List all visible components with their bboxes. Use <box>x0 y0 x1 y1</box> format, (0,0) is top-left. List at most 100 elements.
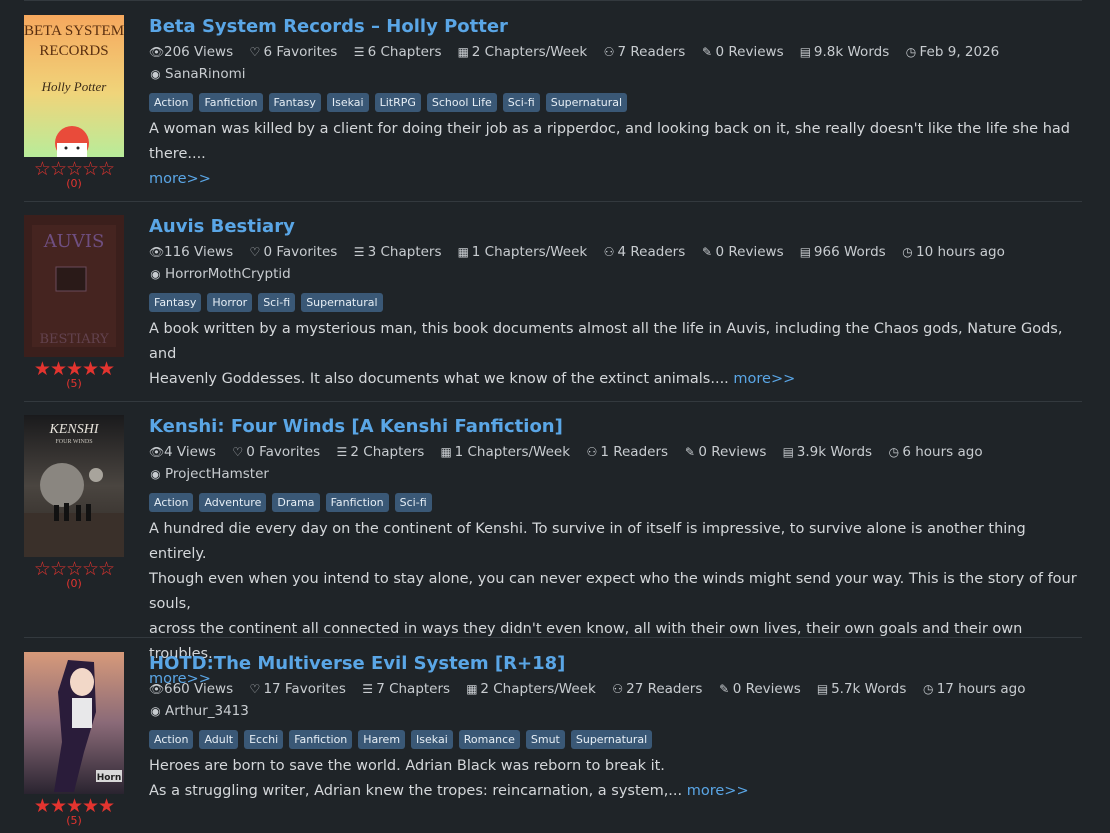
tag[interactable]: Ecchi <box>244 730 284 749</box>
tag-list: Fantasy Horror Sci-fi Supernatural <box>149 291 1084 313</box>
tag[interactable]: Supernatural <box>570 730 653 749</box>
eye-icon: 👁 <box>149 245 165 259</box>
chapters-stat: ☰ 2 Chapters <box>335 441 425 463</box>
tag[interactable]: Smut <box>525 730 565 749</box>
tag[interactable]: Sci-fi <box>258 293 296 312</box>
views-stat: 👁116 Views <box>149 241 233 263</box>
updated-stat: ◷ 10 hours ago <box>901 241 1005 263</box>
rating-stars: ★★★★★ <box>33 358 115 380</box>
user-outline-icon: ⚇ <box>603 245 615 259</box>
user-outline-icon: ⚇ <box>586 445 598 459</box>
calendar-icon: ▦ <box>457 45 469 59</box>
heart-icon: ♡ <box>249 682 261 696</box>
cover-image[interactable]: BETA SYSTEM RECORDS Holly Potter <box>24 15 124 157</box>
views-stat: 👁4 Views <box>149 441 216 463</box>
favorites-stat: ♡ 6 Favorites <box>248 41 338 63</box>
tag-list: Action Adult Ecchi Fanfiction Harem Isekai Rom… <box>149 728 1084 750</box>
words-stat: ▤ 3.9k Words <box>782 441 872 463</box>
tag[interactable]: Action <box>149 93 194 112</box>
eye-icon: 👁 <box>149 45 165 59</box>
clock-icon: ◷ <box>922 682 934 696</box>
favorites-stat: ♡ 0 Favorites <box>231 441 320 463</box>
tag[interactable]: Harem <box>358 730 406 749</box>
cover-column: KENSHI FOUR WINDS ☆☆☆☆☆ (0) <box>24 415 124 590</box>
tag[interactable]: Fanfiction <box>199 93 263 112</box>
story-stats: 👁4 Views ♡ 0 Favorites ☰ 2 Chapters ▦ 1 Cha… <box>149 441 1084 463</box>
tag[interactable]: Fanfiction <box>289 730 353 749</box>
more-link[interactable]: more>> <box>733 371 795 387</box>
cover-image[interactable]: KENSHI FOUR WINDS <box>24 415 124 557</box>
more-link[interactable]: more>> <box>149 171 211 187</box>
story-title[interactable]: Auvis Bestiary <box>149 215 295 239</box>
story-description: Heroes are born to save the world. Adria… <box>149 758 749 799</box>
rate-stat: ▦ 1 Chapters/Week <box>440 441 570 463</box>
tag[interactable]: Drama <box>272 493 320 512</box>
edit-icon: ✎ <box>702 45 713 59</box>
list-icon: ☰ <box>353 45 365 59</box>
tag[interactable]: Romance <box>458 730 520 749</box>
cover-image[interactable]: Horn <box>24 652 124 794</box>
tag[interactable]: Sci-fi <box>502 93 540 112</box>
svg-text:AUVIS: AUVIS <box>43 231 105 252</box>
readers-stat: ⚇ 4 Readers <box>603 241 686 263</box>
divider <box>24 637 1082 638</box>
eye-icon: 👁 <box>149 445 165 459</box>
story-title[interactable]: Beta System Records – Holly Potter <box>149 15 508 39</box>
tag[interactable]: Adventure <box>199 493 267 512</box>
words-stat: ▤ 5.7k Words <box>816 678 906 700</box>
author[interactable]: ◉ HorrorMothCryptid <box>149 263 1084 285</box>
heart-icon: ♡ <box>249 45 261 59</box>
reviews-stat: ✎ 0 Reviews <box>701 41 784 63</box>
tag[interactable]: Isekai <box>411 730 453 749</box>
tag[interactable]: Sci-fi <box>394 493 432 512</box>
tag-list: Action Adventure Drama Fanfiction Sci-fi <box>149 491 1084 513</box>
tag[interactable]: Fantasy <box>268 93 321 112</box>
svg-text:BETA SYSTEM: BETA SYSTEM <box>24 23 124 39</box>
clock-icon: ◷ <box>905 45 917 59</box>
story-title[interactable]: Kenshi: Four Winds [A Kenshi Fanfiction] <box>149 415 563 439</box>
story-description: A book written by a mysterious man, this… <box>149 321 1063 387</box>
story-content: Kenshi: Four Winds [A Kenshi Fanfiction]… <box>149 415 1084 692</box>
cover-column: Horn ★★★★★ (5) <box>24 652 124 827</box>
tag[interactable]: Fantasy <box>149 293 202 312</box>
author[interactable]: ◉ ProjectHamster <box>149 463 1084 485</box>
tag[interactable]: School Life <box>426 93 497 112</box>
user-circle-icon: ◉ <box>150 267 161 281</box>
rating-stars: ☆☆☆☆☆ <box>33 158 115 180</box>
book-icon: ▤ <box>816 682 829 696</box>
clock-icon: ◷ <box>888 445 900 459</box>
tag[interactable]: Action <box>149 493 194 512</box>
cover-column: BETA SYSTEM RECORDS Holly Potter ☆☆☆☆☆ (… <box>24 15 124 190</box>
cover-image[interactable]: AUVIS BESTIARY <box>24 215 124 357</box>
chapters-stat: ☰ 6 Chapters <box>353 41 442 63</box>
book-icon: ▤ <box>799 245 812 259</box>
rate-stat: ▦ 2 Chapters/Week <box>457 41 588 63</box>
tag[interactable]: Action <box>149 730 194 749</box>
list-icon: ☰ <box>362 682 374 696</box>
svg-text:FOUR WINDS: FOUR WINDS <box>55 439 92 445</box>
story-title[interactable]: HOTD:The Multiverse Evil System [R+18] <box>149 652 565 676</box>
words-stat: ▤ 9.8k Words <box>799 41 889 63</box>
tag[interactable]: Supernatural <box>301 293 383 312</box>
tag[interactable]: Horror <box>207 293 253 312</box>
tag[interactable]: Adult <box>199 730 239 749</box>
divider <box>24 401 1082 402</box>
author[interactable]: ◉ SanaRinomi <box>149 63 1084 85</box>
favorites-stat: ♡ 0 Favorites <box>248 241 338 263</box>
story-item: AUVIS BESTIARY ★★★★★ (5) Auvis Bestiary … <box>24 215 1082 395</box>
tag[interactable]: Fanfiction <box>325 493 389 512</box>
author[interactable]: ◉ Arthur_3413 <box>149 700 1084 722</box>
favorites-stat: ♡ 17 Favorites <box>248 678 346 700</box>
tag[interactable]: Isekai <box>326 93 369 112</box>
reviews-stat: ✎ 0 Reviews <box>718 678 801 700</box>
svg-text:KENSHI: KENSHI <box>49 422 100 437</box>
book-icon: ▤ <box>799 45 812 59</box>
readers-stat: ⚇ 7 Readers <box>603 41 686 63</box>
story-item: KENSHI FOUR WINDS ☆☆☆☆☆ (0) Kenshi: Four… <box>24 415 1082 687</box>
updated-stat: ◷ 6 hours ago <box>887 441 983 463</box>
edit-icon: ✎ <box>684 445 695 459</box>
more-link[interactable]: more>> <box>687 783 749 799</box>
tag[interactable]: Supernatural <box>545 93 628 112</box>
divider <box>24 201 1082 202</box>
tag[interactable]: LitRPG <box>374 93 421 112</box>
